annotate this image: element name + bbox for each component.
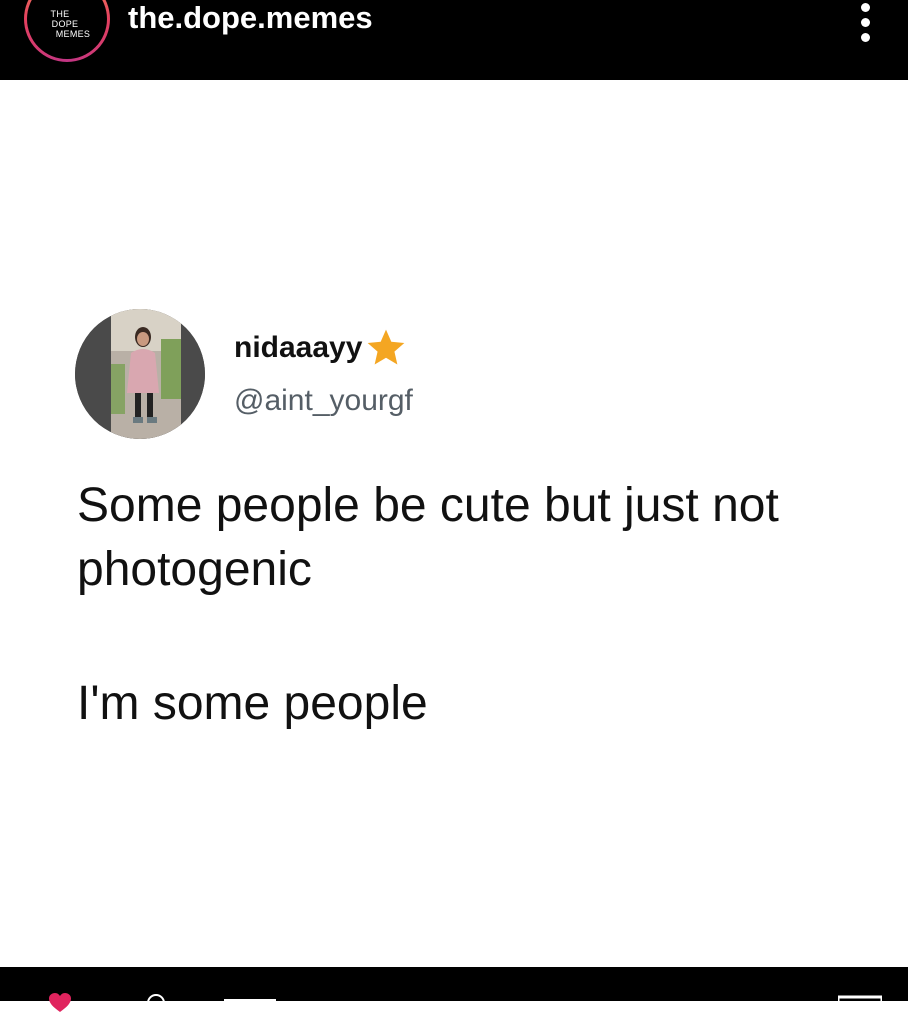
tweet-avatar: [75, 309, 205, 439]
more-vertical-icon[interactable]: [854, 0, 876, 44]
post-action-bar: [0, 967, 908, 1012]
logo-line-1: THE: [50, 9, 70, 19]
more-dot: [860, 2, 870, 12]
save-icon[interactable]: [838, 995, 882, 1007]
heart-icon[interactable]: [36, 993, 84, 1013]
tweet-text-line-1: Some people be cute but just not photoge…: [77, 479, 779, 596]
tweet-handle: @aint_yourgf: [234, 384, 413, 417]
tweet-display-name: nidaaayy: [234, 326, 408, 370]
account-logo-text: THE DOPE MEMES: [27, 9, 107, 39]
account-name-link[interactable]: the.dope.memes: [128, 0, 373, 40]
share-icon[interactable]: [224, 997, 276, 1007]
account-avatar[interactable]: THE DOPE MEMES: [24, 0, 110, 62]
tweet-text-line-2: I'm some people: [77, 677, 428, 730]
more-dot: [860, 17, 870, 27]
star-icon: [368, 329, 405, 365]
more-dot: [860, 32, 870, 42]
comment-icon[interactable]: [136, 993, 176, 1013]
tweet-avatar-photo: [75, 309, 205, 439]
logo-line-3: MEMES: [55, 29, 91, 39]
account-avatar-inner: THE DOPE MEMES: [27, 0, 107, 59]
display-name-text: nidaaayy: [234, 331, 363, 364]
logo-line-2: DOPE: [51, 19, 79, 29]
post-header: THE DOPE MEMES the.dope.memes: [0, 0, 908, 80]
